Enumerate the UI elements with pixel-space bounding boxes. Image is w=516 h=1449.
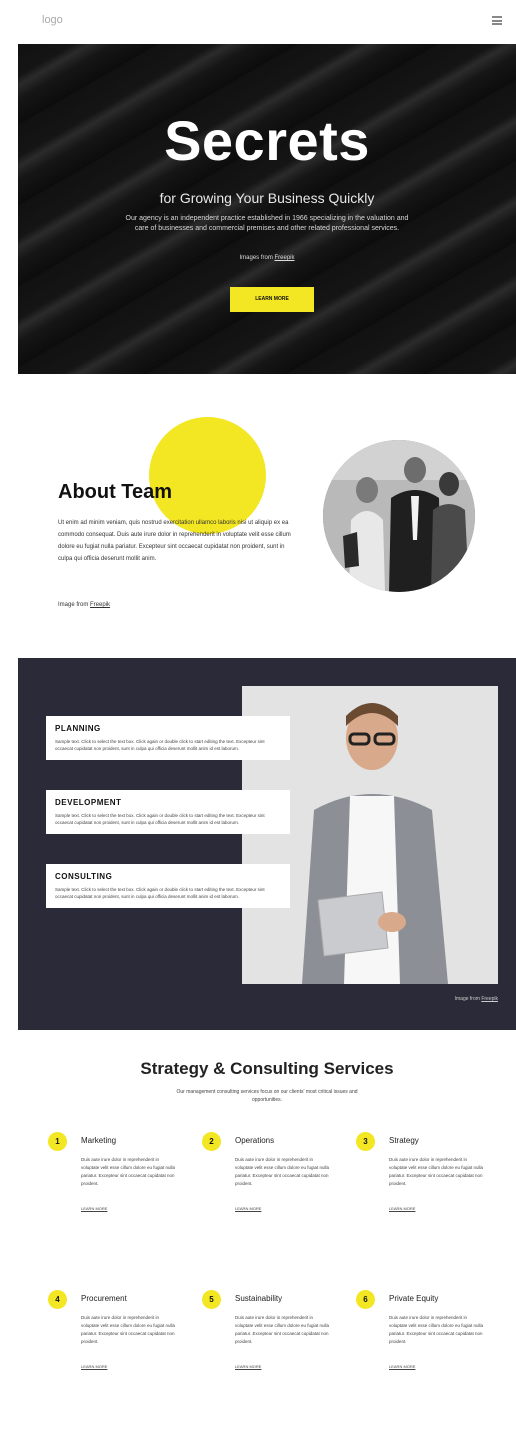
about-text: Ut enim ad minim veniam, quis nostrud ex…	[58, 520, 291, 562]
strategy-title: Strategy & Consulting Services	[140, 1059, 394, 1078]
item-number-badge: 3	[356, 1132, 375, 1151]
hero-subtitle: for Growing Your Business Quickly	[159, 190, 375, 206]
services-credit-link[interactable]: Freepik	[481, 996, 498, 1002]
item-title: Operations	[235, 1136, 275, 1145]
service-card-title: DEVELOPMENT	[55, 798, 122, 807]
team-photo-illustration	[323, 440, 475, 592]
hero-title: Secrets	[164, 109, 370, 172]
hero-section: Secrets for Growing Your Business Quickl…	[18, 44, 516, 374]
about-title: About Team	[58, 481, 173, 503]
item-number-badge: 5	[202, 1290, 221, 1309]
hero-credit-link[interactable]: Freepik	[275, 255, 295, 261]
services-image-credit: Image from Freepik	[455, 996, 498, 1002]
service-card-text: Sample text. Click to select the text bo…	[55, 813, 265, 825]
item-title: Strategy	[389, 1136, 419, 1145]
item-text: Duis aute irure dolor in reprehenderit i…	[235, 1315, 330, 1344]
item-number-badge: 2	[202, 1132, 221, 1151]
service-card-text: Sample text. Click to select the text bo…	[55, 739, 265, 751]
learn-more-button[interactable]: LEARN MORE	[230, 287, 314, 312]
item-learn-more-link[interactable]: LEARN MORE	[235, 1364, 261, 1369]
service-card-title: CONSULTING	[55, 872, 113, 881]
service-card: CONSULTING Sample text. Click to select …	[46, 864, 290, 908]
service-card-text: Sample text. Click to select the text bo…	[55, 887, 265, 899]
item-title: Procurement	[81, 1294, 127, 1303]
about-image-credit: Image from Freepik	[58, 602, 110, 608]
item-learn-more-link[interactable]: LEARN MORE	[235, 1206, 261, 1211]
logo[interactable]: logo	[42, 14, 63, 26]
strategy-subtitle: Our management consulting services focus…	[176, 1089, 358, 1103]
page: logo Secrets for Growing Your Business Q…	[18, 0, 516, 1449]
service-card: DEVELOPMENT Sample text. Click to select…	[46, 790, 290, 834]
item-text: Duis aute irure dolor in reprehenderit i…	[81, 1315, 176, 1344]
hero-image-credit: Images from Freepik	[18, 255, 516, 261]
item-text: Duis aute irure dolor in reprehenderit i…	[389, 1157, 484, 1186]
item-number-badge: 1	[48, 1132, 67, 1151]
team-photo	[323, 440, 475, 592]
about-section: About Team Ut enim ad minim veniam, quis…	[18, 374, 516, 656]
about-credit-link[interactable]: Freepik	[90, 602, 110, 608]
item-text: Duis aute irure dolor in reprehenderit i…	[389, 1315, 484, 1344]
item-title: Marketing	[81, 1136, 117, 1145]
services-section: PLANNING Sample text. Click to select th…	[18, 658, 516, 1030]
item-number-badge: 4	[48, 1290, 67, 1309]
item-learn-more-link[interactable]: LEARN MORE	[389, 1206, 415, 1211]
service-card-title: PLANNING	[55, 724, 101, 733]
item-learn-more-link[interactable]: LEARN MORE	[81, 1364, 107, 1369]
item-learn-more-link[interactable]: LEARN MORE	[389, 1364, 415, 1369]
strategy-section: Strategy & Consulting Services Our manag…	[18, 1030, 516, 1449]
hero-text: Our agency is an independent practice es…	[125, 215, 409, 232]
item-title: Private Equity	[389, 1294, 439, 1303]
item-text: Duis aute irure dolor in reprehenderit i…	[81, 1157, 176, 1186]
services-credit-prefix: Image from	[454, 996, 482, 1002]
top-bar: logo	[18, 0, 516, 44]
item-title: Sustainability	[235, 1294, 283, 1303]
item-learn-more-link[interactable]: LEARN MORE	[81, 1206, 107, 1211]
hero-credit-prefix: Images from	[239, 255, 275, 261]
service-card: PLANNING Sample text. Click to select th…	[46, 716, 290, 760]
hamburger-menu-icon[interactable]	[492, 16, 502, 25]
item-number-badge: 6	[356, 1290, 375, 1309]
about-credit-prefix: Image from	[58, 602, 91, 608]
item-text: Duis aute irure dolor in reprehenderit i…	[235, 1157, 330, 1186]
